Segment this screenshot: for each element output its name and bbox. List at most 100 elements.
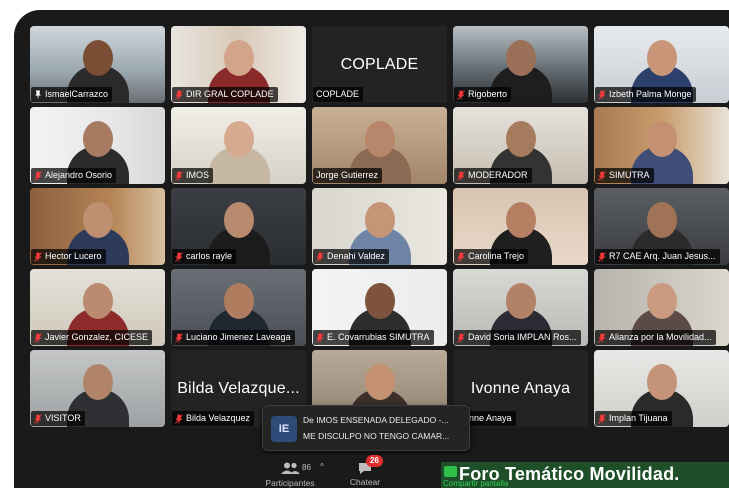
video-tile-13[interactable]: Denahi Valdez xyxy=(312,188,447,265)
mic-muted-icon xyxy=(598,332,606,343)
participant-name: E. Covarrubias SIMUTRA xyxy=(327,332,430,342)
participant-name: IMOS xyxy=(186,170,210,180)
participant-nameplate: MODERADOR xyxy=(454,168,532,183)
participant-nameplate: Javier Gonzalez, CICESE xyxy=(31,330,153,345)
participant-nameplate: IsmaelCarrazco xyxy=(31,87,113,102)
participant-nameplate: IMOS xyxy=(172,168,214,183)
participant-face xyxy=(505,121,536,157)
video-tile-11[interactable]: Hector Lucero xyxy=(30,188,165,265)
video-tile-6[interactable]: Alejandro Osorio xyxy=(30,107,165,184)
participant-face xyxy=(82,40,113,76)
participant-nameplate: Carolina Trejo xyxy=(454,249,529,264)
participant-nameplate: Izbeth Palma Monge xyxy=(595,87,696,102)
chat-notification[interactable]: IE De IMOS ENSENADA DELEGADO -... ME DIS… xyxy=(262,405,470,451)
video-tile-25[interactable]: Implan Tijuana xyxy=(594,350,729,427)
video-tile-10[interactable]: SIMUTRA xyxy=(594,107,729,184)
participant-name: Rigoberto xyxy=(468,89,508,99)
share-screen-icon[interactable] xyxy=(444,466,457,477)
participant-name: Izbeth Palma Monge xyxy=(609,89,692,99)
participant-name: SIMUTRA xyxy=(609,170,650,180)
gallery-grid: IsmaelCarrazco DIR GRAL COPLADE COPLADE … xyxy=(30,26,729,427)
mic-muted-icon xyxy=(34,170,42,181)
video-tile-7[interactable]: IMOS xyxy=(171,107,306,184)
participant-face xyxy=(364,283,395,319)
participant-face xyxy=(364,364,395,400)
participant-nameplate: Luciano Jimenez Laveaga xyxy=(172,330,295,345)
participant-face xyxy=(82,283,113,319)
mic-muted-icon xyxy=(34,413,42,424)
video-tile-3[interactable]: COPLADE COPLADE xyxy=(312,26,447,103)
video-tile-14[interactable]: Carolina Trejo xyxy=(453,188,588,265)
video-tile-4[interactable]: Rigoberto xyxy=(453,26,588,103)
participant-name: Hector Lucero xyxy=(45,251,102,261)
participant-face xyxy=(505,283,536,319)
participant-face xyxy=(505,40,536,76)
video-tile-9[interactable]: MODERADOR xyxy=(453,107,588,184)
participant-nameplate: Alianza por la Movilidad... xyxy=(595,330,716,345)
participant-face xyxy=(82,364,113,400)
participant-nameplate: VISITOR xyxy=(31,411,85,426)
participants-icon: 86 ^ xyxy=(260,462,324,476)
participant-nameplate: R7 CAE Arq. Juan Jesus... xyxy=(595,249,720,264)
participant-name: Alianza por la Movilidad... xyxy=(609,332,712,342)
mic-muted-icon xyxy=(175,251,183,262)
participant-face xyxy=(646,121,677,157)
video-tile-1[interactable]: IsmaelCarrazco xyxy=(30,26,165,103)
participant-name: VISITOR xyxy=(45,413,81,423)
participant-nameplate: Denahi Valdez xyxy=(313,249,389,264)
participant-name: carlos rayle xyxy=(186,251,233,261)
participant-nameplate: DIR GRAL COPLADE xyxy=(172,87,278,102)
video-tile-20[interactable]: Alianza por la Movilidad... xyxy=(594,269,729,346)
video-tile-21[interactable]: VISITOR xyxy=(30,350,165,427)
participant-name: Jorge Gutierrez xyxy=(316,170,379,180)
participant-name: IsmaelCarrazco xyxy=(45,89,109,99)
participant-nameplate: Rigoberto xyxy=(454,87,512,102)
video-tile-19[interactable]: David Soria IMPLAN Ros... xyxy=(453,269,588,346)
mic-muted-icon xyxy=(457,89,465,100)
mic-muted-icon xyxy=(316,251,324,262)
video-tile-15[interactable]: R7 CAE Arq. Juan Jesus... xyxy=(594,188,729,265)
mic-muted-icon xyxy=(598,170,606,181)
video-tile-2[interactable]: DIR GRAL COPLADE xyxy=(171,26,306,103)
participant-name: COPLADE xyxy=(316,89,360,99)
participant-face xyxy=(223,40,254,76)
participant-face xyxy=(646,283,677,319)
video-tile-18[interactable]: E. Covarrubias SIMUTRA xyxy=(312,269,447,346)
participant-name: Luciano Jimenez Laveaga xyxy=(186,332,291,342)
participant-face xyxy=(646,40,677,76)
chevron-up-icon[interactable]: ^ xyxy=(320,462,324,471)
video-tile-17[interactable]: Luciano Jimenez Laveaga xyxy=(171,269,306,346)
mic-muted-icon xyxy=(457,332,465,343)
participant-name: Alejandro Osorio xyxy=(45,170,113,180)
chat-button[interactable]: Chatear xyxy=(340,462,390,487)
participant-nameplate: E. Covarrubias SIMUTRA xyxy=(313,330,434,345)
participant-face xyxy=(223,202,254,238)
participant-nameplate: Bilda Velazquez xyxy=(172,411,255,426)
video-tile-5[interactable]: Izbeth Palma Monge xyxy=(594,26,729,103)
mic-muted-icon xyxy=(316,332,324,343)
mic-muted-icon xyxy=(457,251,465,262)
participant-face xyxy=(646,364,677,400)
chat-label: Chatear xyxy=(349,477,381,487)
banner-title: Foro Temático Movilidad. xyxy=(459,464,680,484)
chat-unread-badge: 26 xyxy=(366,455,383,467)
participant-nameplate: SIMUTRA xyxy=(595,168,654,183)
chat-sender-line: De IMOS ENSENADA DELEGADO -... xyxy=(303,415,449,425)
participant-nameplate: COPLADE xyxy=(313,87,364,102)
mic-muted-icon xyxy=(175,170,183,181)
video-tile-8[interactable]: Jorge Gutierrez xyxy=(312,107,447,184)
participants-button[interactable]: 86 ^ Participantes xyxy=(258,462,324,488)
pin-icon xyxy=(34,90,42,100)
participant-nameplate: David Soria IMPLAN Ros... xyxy=(454,330,581,345)
participant-name: Bilda Velazquez xyxy=(186,413,251,423)
participant-name: Javier Gonzalez, CICESE xyxy=(45,332,149,342)
participant-name: Implan Tijuana xyxy=(609,413,668,423)
participant-nameplate: Alejandro Osorio xyxy=(31,168,117,183)
mic-muted-icon xyxy=(457,170,465,181)
video-tile-12[interactable]: carlos rayle xyxy=(171,188,306,265)
participants-label: Participantes xyxy=(265,478,315,488)
video-tile-16[interactable]: Javier Gonzalez, CICESE xyxy=(30,269,165,346)
mic-muted-icon xyxy=(598,413,606,424)
video-tile-24[interactable]: Ivonne Anaya Ivonne Anaya xyxy=(453,350,588,427)
participant-nameplate: carlos rayle xyxy=(172,249,237,264)
